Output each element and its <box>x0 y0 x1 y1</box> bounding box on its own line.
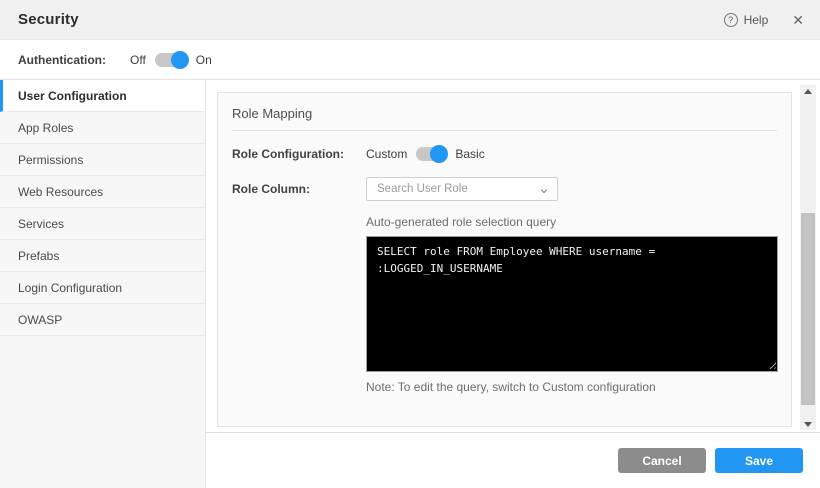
close-icon[interactable]: ✕ <box>792 13 804 27</box>
footer-actions: Cancel Save <box>206 433 820 488</box>
toggle-knob <box>171 51 189 69</box>
authentication-toggle[interactable] <box>155 53 187 67</box>
sidebar-item-label: Prefabs <box>18 249 59 263</box>
query-section: Auto-generated role selection query SELE… <box>366 215 777 394</box>
sidebar-item-user-configuration[interactable]: User Configuration <box>0 80 205 112</box>
security-dialog: Security ? Help ✕ Authentication: Off On… <box>0 0 820 488</box>
header-actions: ? Help ✕ <box>724 13 804 27</box>
sidebar-item-label: Login Configuration <box>18 281 122 295</box>
query-textarea[interactable]: SELECT role FROM Employee WHERE username… <box>366 236 778 372</box>
scroll-down-icon[interactable] <box>800 418 816 430</box>
panel-title-divider <box>232 130 777 131</box>
role-column-placeholder: Search User Role <box>377 183 468 195</box>
sidebar-item-login-configuration[interactable]: Login Configuration <box>0 272 205 304</box>
role-configuration-control: Custom Basic <box>366 147 485 161</box>
content-area: User Configuration App Roles Permissions… <box>0 80 820 488</box>
sidebar-item-label: Web Resources <box>18 185 103 199</box>
vertical-scrollbar[interactable] <box>800 85 816 430</box>
page-title: Security <box>18 11 79 28</box>
main-area: Role Mapping Role Configuration: Custom … <box>206 80 820 488</box>
sidebar-item-label: OWASP <box>18 313 62 327</box>
sidebar-item-owasp[interactable]: OWASP <box>0 304 205 336</box>
sidebar-item-prefabs[interactable]: Prefabs <box>0 240 205 272</box>
role-mapping-panel: Role Mapping Role Configuration: Custom … <box>217 92 792 427</box>
query-editor-wrap: SELECT role FROM Employee WHERE username… <box>366 236 778 372</box>
authentication-on-label: On <box>196 53 212 67</box>
chevron-down-icon <box>540 187 548 195</box>
sidebar-item-label: App Roles <box>18 121 73 135</box>
sidebar-item-permissions[interactable]: Permissions <box>0 144 205 176</box>
save-button[interactable]: Save <box>715 448 803 473</box>
sidebar-item-services[interactable]: Services <box>0 208 205 240</box>
basic-option-label: Basic <box>455 147 484 161</box>
role-column-label: Role Column: <box>232 182 366 196</box>
authentication-bar: Authentication: Off On <box>0 40 820 80</box>
help-label: Help <box>744 13 769 27</box>
authentication-off-label: Off <box>130 53 146 67</box>
query-note: Note: To edit the query, switch to Custo… <box>366 380 777 394</box>
sidebar-item-label: Services <box>18 217 64 231</box>
sidebar: User Configuration App Roles Permissions… <box>0 80 206 488</box>
query-caption: Auto-generated role selection query <box>366 215 777 229</box>
sidebar-item-label: User Configuration <box>18 89 127 103</box>
panel-title: Role Mapping <box>218 93 791 130</box>
sidebar-item-web-resources[interactable]: Web Resources <box>0 176 205 208</box>
cancel-button[interactable]: Cancel <box>618 448 706 473</box>
role-configuration-label: Role Configuration: <box>232 147 366 161</box>
custom-option-label: Custom <box>366 147 407 161</box>
scroll-up-icon[interactable] <box>800 85 816 97</box>
role-configuration-toggle[interactable] <box>416 147 446 161</box>
role-column-row: Role Column: Search User Role <box>232 177 777 201</box>
sidebar-item-label: Permissions <box>18 153 83 167</box>
role-column-select[interactable]: Search User Role <box>366 177 558 201</box>
dialog-header: Security ? Help ✕ <box>0 0 820 40</box>
help-button[interactable]: ? Help <box>724 13 769 27</box>
help-icon: ? <box>724 13 738 27</box>
role-configuration-row: Role Configuration: Custom Basic <box>232 147 777 161</box>
toggle-knob <box>430 145 448 163</box>
triangle-down-shape <box>804 422 812 427</box>
scrollbar-thumb[interactable] <box>801 213 815 405</box>
authentication-label: Authentication: <box>18 53 106 67</box>
sidebar-item-app-roles[interactable]: App Roles <box>0 112 205 144</box>
triangle-up-shape <box>804 89 812 94</box>
